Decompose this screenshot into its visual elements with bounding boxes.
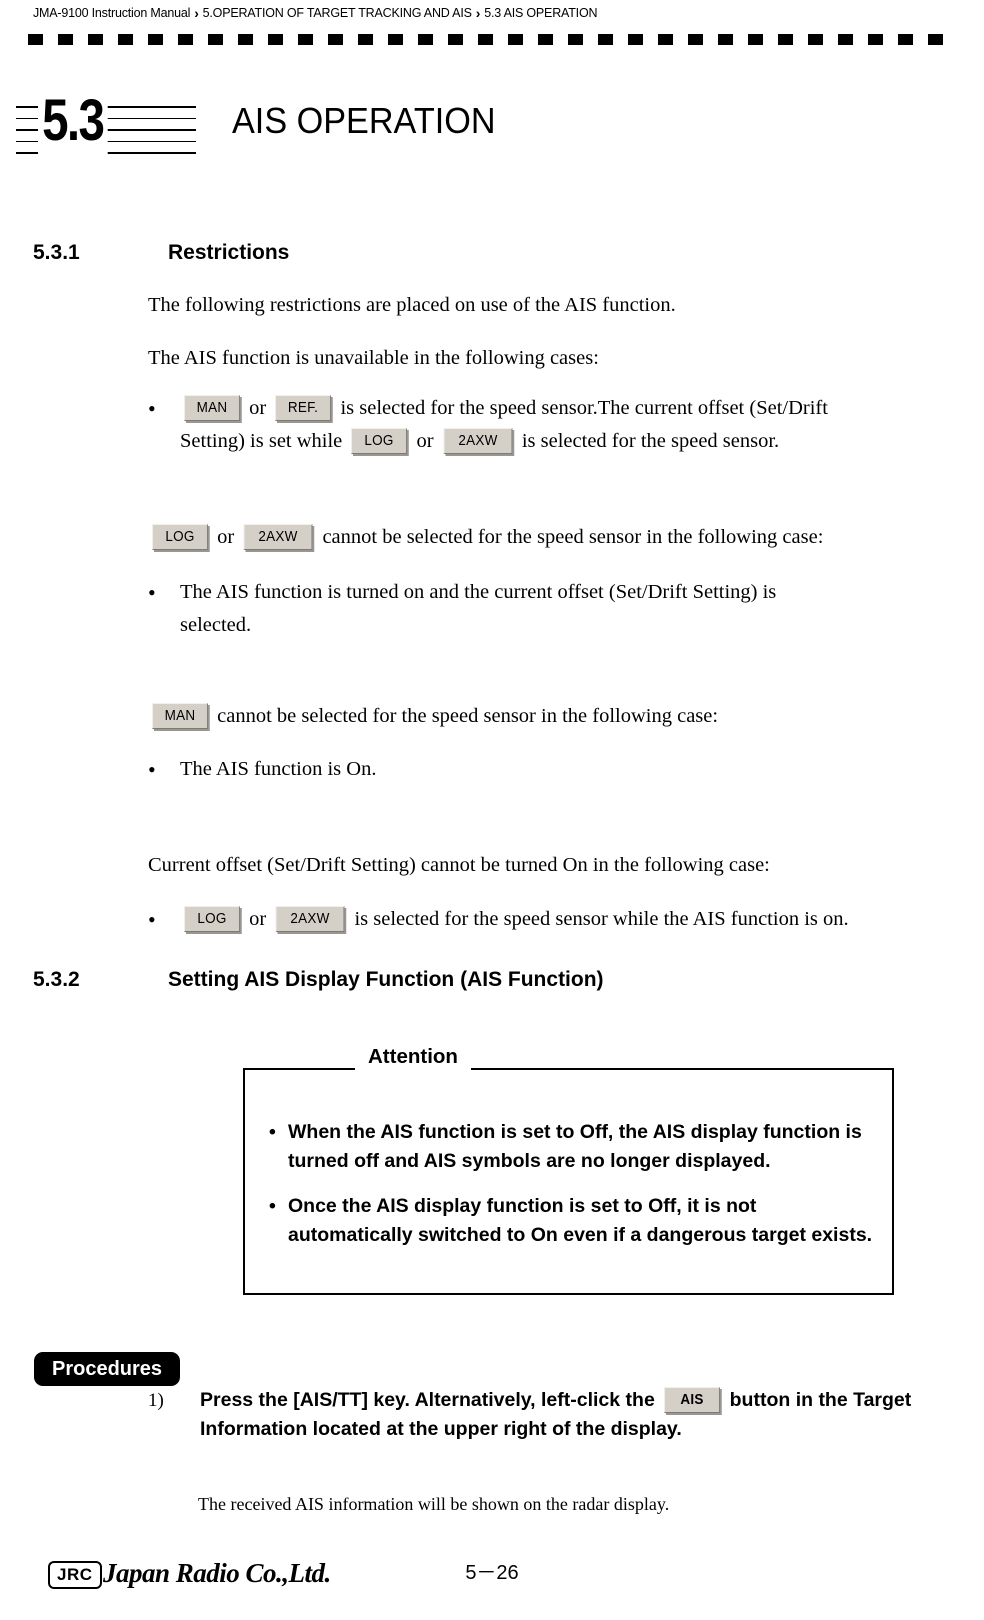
- list-item-restriction-4: • LOG or 2AXW is selected for the speed …: [148, 903, 978, 936]
- list-item-restriction-1: • MAN or REF. is selected for the speed …: [148, 392, 958, 458]
- key-button-ais[interactable]: AIS: [664, 1387, 721, 1413]
- procedure-step-1: 1) Press the [AIS/TT] key. Alternatively…: [148, 1386, 968, 1444]
- list-item-text: The AIS function is On.: [180, 758, 377, 780]
- list-item-text: MAN or REF. is selected for the speed se…: [180, 392, 958, 458]
- inline-text-or: or: [217, 526, 235, 548]
- attention-item-text: Once the AIS display function is set to …: [288, 1195, 873, 1246]
- procedure-note: The received AIS information will be sho…: [198, 1494, 670, 1514]
- key-button-log[interactable]: LOG: [351, 428, 408, 454]
- inline-text-3: is selected for the speed sensor.: [521, 430, 780, 452]
- inline-text-4: cannot be selected for the speed sensor …: [322, 526, 824, 548]
- key-button-log[interactable]: LOG: [184, 906, 240, 932]
- section-number: 5.3.1: [33, 241, 80, 264]
- breadcrumb: JMA-9100 Instruction Manual › 5.OPERATION …: [0, 5, 597, 21]
- key-button-log[interactable]: LOG: [152, 524, 208, 550]
- chapter-number: 5.3: [38, 86, 108, 156]
- breadcrumb-item-section: 5.3 AIS OPERATION: [484, 6, 598, 20]
- inline-text-or: or: [249, 908, 267, 930]
- page-number: 5－26: [465, 1562, 519, 1584]
- bullet-dot: •: [269, 1121, 276, 1143]
- bullet-dot: •: [148, 757, 156, 782]
- section-number: 5.3.2: [33, 968, 80, 991]
- attention-item: • When the AIS function is set to Off, t…: [245, 1118, 885, 1175]
- section-heading-5-3-1: 5.3.1 Restrictions: [33, 241, 289, 265]
- list-item-text: The AIS function is turned on and the cu…: [180, 576, 888, 642]
- paragraph-restrictions-intro: The following restrictions are placed on…: [148, 294, 676, 316]
- header-dashed-divider: [28, 34, 958, 45]
- page-footer: JRC Japan Radio Co.,Ltd. 5－26: [0, 1555, 984, 1605]
- inline-text-5: The AIS function is turned on and the cu…: [180, 581, 777, 603]
- chapter-number-badge: 5.3: [16, 86, 196, 160]
- section-title: Setting AIS Display Function (AIS Functi…: [168, 968, 604, 991]
- paragraph-log-2axw-restriction: LOG or 2AXW cannot be selected for the s…: [148, 522, 968, 552]
- attention-item-text: When the AIS function is set to Off, the…: [288, 1121, 862, 1172]
- chapter-title-block: 5.3 AIS OPERATION: [0, 86, 984, 166]
- list-item-restriction-2: • The AIS function is turned on and the …: [148, 576, 888, 642]
- bullet-dot: •: [148, 907, 156, 932]
- step-text: Press the [AIS/TT] key. Alternatively, l…: [200, 1386, 968, 1444]
- list-item-restriction-3: • The AIS function is On.: [148, 753, 888, 786]
- inline-text-8: is selected for the speed sensor while t…: [354, 908, 849, 930]
- key-button-2axw[interactable]: 2AXW: [443, 428, 513, 454]
- attention-item: • Once the AIS display function is set t…: [245, 1192, 885, 1249]
- breadcrumb-separator-icon: ›: [194, 5, 199, 21]
- key-button-2axw[interactable]: 2AXW: [243, 524, 313, 550]
- inline-text-or: or: [249, 397, 267, 419]
- inline-text-7: cannot be selected for the speed sensor …: [217, 705, 719, 727]
- breadcrumb-item-manual: JMA-9100 Instruction Manual: [33, 6, 191, 20]
- key-button-man[interactable]: MAN: [184, 395, 240, 421]
- bullet-dot: •: [148, 580, 156, 605]
- inline-text-2: Setting) is set while: [180, 430, 343, 452]
- paragraph-unavailable-intro: The AIS function is unavailable in the f…: [148, 347, 599, 369]
- section-title: Restrictions: [168, 241, 290, 264]
- inline-text-or: or: [416, 430, 434, 452]
- key-button-man[interactable]: MAN: [152, 703, 208, 729]
- inline-text-1: is selected for the speed sensor.The cur…: [340, 397, 828, 419]
- page-header: JMA-9100 Instruction Manual › 5.OPERATION …: [0, 0, 984, 26]
- bullet-dot: •: [148, 396, 156, 421]
- inline-text-6: selected.: [180, 614, 252, 636]
- step-number: 1): [148, 1390, 164, 1411]
- key-button-2axw[interactable]: 2AXW: [275, 906, 345, 932]
- breadcrumb-item-chapter: 5.OPERATION OF TARGET TRACKING AND AIS: [202, 6, 472, 20]
- breadcrumb-separator-icon: ›: [475, 5, 481, 21]
- attention-label: Attention: [355, 1044, 471, 1070]
- bullet-dot: •: [269, 1195, 276, 1217]
- procedures-tag: Procedures: [34, 1352, 181, 1386]
- chapter-title: AIS OPERATION: [232, 100, 496, 141]
- step-text-part-1: Press the [AIS/TT] key. Alternatively, l…: [200, 1389, 655, 1411]
- list-item-text: LOG or 2AXW is selected for the speed se…: [180, 903, 978, 936]
- paragraph-man-restriction: MAN cannot be selected for the speed sen…: [148, 701, 968, 731]
- paragraph-current-offset: Current offset (Set/Drift Setting) canno…: [148, 854, 770, 876]
- section-heading-5-3-2: 5.3.2 Setting AIS Display Function (AIS F…: [33, 968, 604, 992]
- attention-list: • When the AIS function is set to Off, t…: [245, 1118, 885, 1266]
- key-button-ref[interactable]: REF.: [275, 395, 332, 421]
